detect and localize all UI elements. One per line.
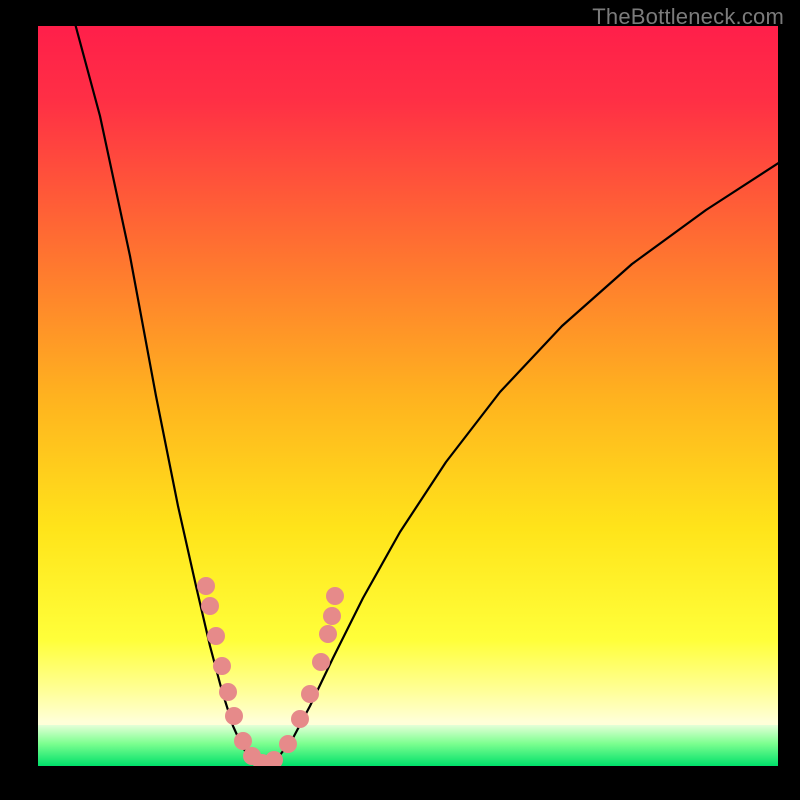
- data-marker: [326, 587, 344, 605]
- plot-area: [38, 26, 778, 766]
- data-marker: [279, 735, 297, 753]
- right-curve: [262, 162, 778, 765]
- data-marker: [319, 625, 337, 643]
- chart-frame: TheBottleneck.com: [0, 0, 800, 800]
- left-curve: [73, 26, 262, 765]
- data-marker: [312, 653, 330, 671]
- data-marker: [225, 707, 243, 725]
- data-marker: [234, 732, 252, 750]
- data-marker: [207, 627, 225, 645]
- curve-layer: [38, 26, 778, 766]
- data-marker: [323, 607, 341, 625]
- marker-group: [197, 577, 344, 766]
- data-marker: [201, 597, 219, 615]
- data-marker: [197, 577, 215, 595]
- data-marker: [301, 685, 319, 703]
- data-marker: [213, 657, 231, 675]
- data-marker: [291, 710, 309, 728]
- curve-group: [73, 26, 778, 765]
- data-marker: [219, 683, 237, 701]
